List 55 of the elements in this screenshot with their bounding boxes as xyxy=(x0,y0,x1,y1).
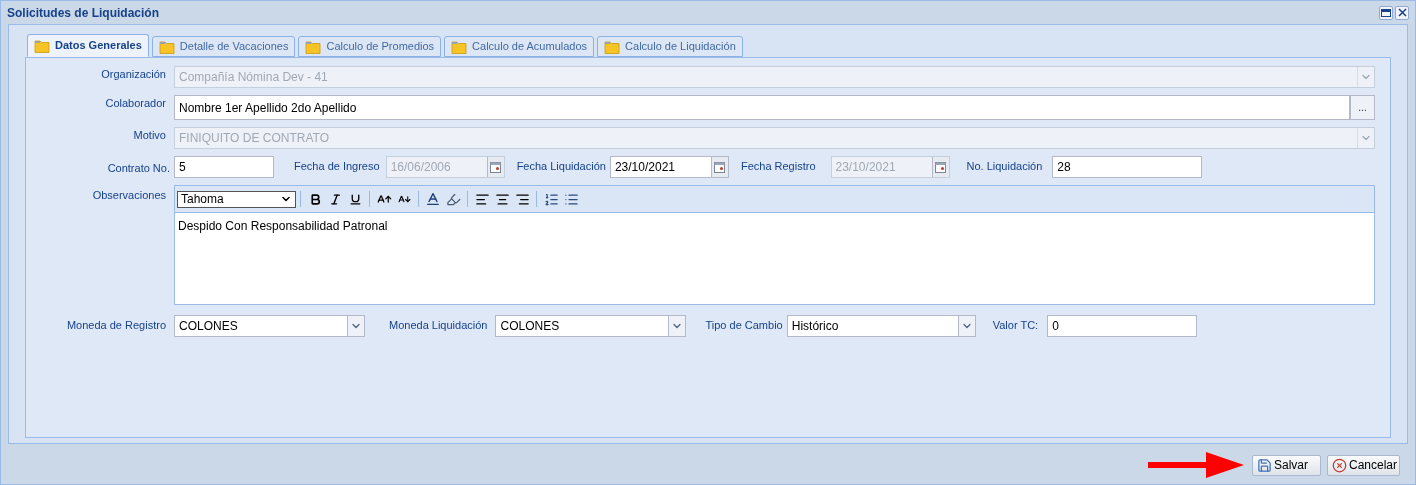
folder-icon xyxy=(34,38,50,53)
save-button[interactable]: Salvar xyxy=(1252,454,1321,476)
italic-icon xyxy=(328,192,342,206)
bullet-list-icon xyxy=(563,191,579,207)
calendar-icon xyxy=(935,161,946,173)
folder-icon xyxy=(604,39,621,54)
align-left-icon xyxy=(474,191,490,207)
maximize-icon xyxy=(1381,8,1391,17)
underline-icon xyxy=(348,192,362,206)
date-field[interactable]: 23/10/2021 xyxy=(609,156,729,178)
maximize-button[interactable] xyxy=(1379,5,1393,20)
bold-icon xyxy=(308,192,322,206)
folder-icon xyxy=(158,39,175,54)
field-label: Fecha de Ingreso xyxy=(294,159,380,174)
calendar-icon xyxy=(714,161,726,173)
field-label: Fecha Registro xyxy=(740,159,816,174)
folder-icon xyxy=(305,39,322,54)
dropdown-field[interactable]: COLONES xyxy=(174,315,365,337)
text-field[interactable]: Nombre 1er Apellido 2do Apellido xyxy=(174,95,1350,120)
cancel-icon xyxy=(1332,457,1347,473)
tab[interactable]: Calculo de Acumulados xyxy=(444,36,595,57)
field-label: Contrato No. xyxy=(106,161,171,176)
field-label: Organización xyxy=(100,67,167,82)
cancel-button[interactable]: Cancelar xyxy=(1327,454,1400,476)
field-label: Observaciones xyxy=(91,188,167,203)
dropdown-field[interactable]: COLONES xyxy=(495,315,687,337)
field-label: Valor TC: xyxy=(992,318,1039,333)
font-color-icon xyxy=(425,191,441,207)
font-select[interactable]: Tahoma xyxy=(177,190,296,208)
window-title: Solicitudes de Liquidación xyxy=(7,4,160,22)
field-label: Moneda Liquidación xyxy=(389,318,488,333)
align-center-icon xyxy=(494,191,510,207)
text-field[interactable]: 5 xyxy=(174,156,274,178)
field-label: No. Liquidación xyxy=(966,159,1043,174)
dropdown-field[interactable]: Histórico xyxy=(786,315,976,337)
field-label: Fecha Liquidación xyxy=(516,159,606,174)
folder-icon xyxy=(451,39,468,54)
field-label: Tipo de Cambio xyxy=(705,318,783,333)
close-button[interactable] xyxy=(1395,5,1409,20)
lookup-button[interactable]: ... xyxy=(1350,95,1375,120)
calendar-icon xyxy=(490,161,502,173)
editor-text[interactable]: Despido Con Responsabilidad Patronal xyxy=(175,213,1374,235)
field-label: Moneda de Registro xyxy=(65,318,167,333)
tab[interactable]: Calculo de Liquidación xyxy=(597,36,743,57)
text-field[interactable]: 28 xyxy=(1052,156,1203,178)
tab[interactable]: Datos Generales xyxy=(27,34,149,57)
highlight-icon xyxy=(445,191,461,207)
field-label: Motivo xyxy=(132,128,167,143)
tab[interactable]: Calculo de Promedios xyxy=(298,36,442,57)
close-icon xyxy=(1397,8,1407,17)
text-field[interactable]: 0 xyxy=(1047,315,1198,337)
align-right-icon xyxy=(514,191,530,207)
numbered-list-icon xyxy=(543,191,559,207)
field-label: Colaborador xyxy=(104,96,167,111)
tab[interactable]: Detalle de Vacaciones xyxy=(151,36,296,57)
